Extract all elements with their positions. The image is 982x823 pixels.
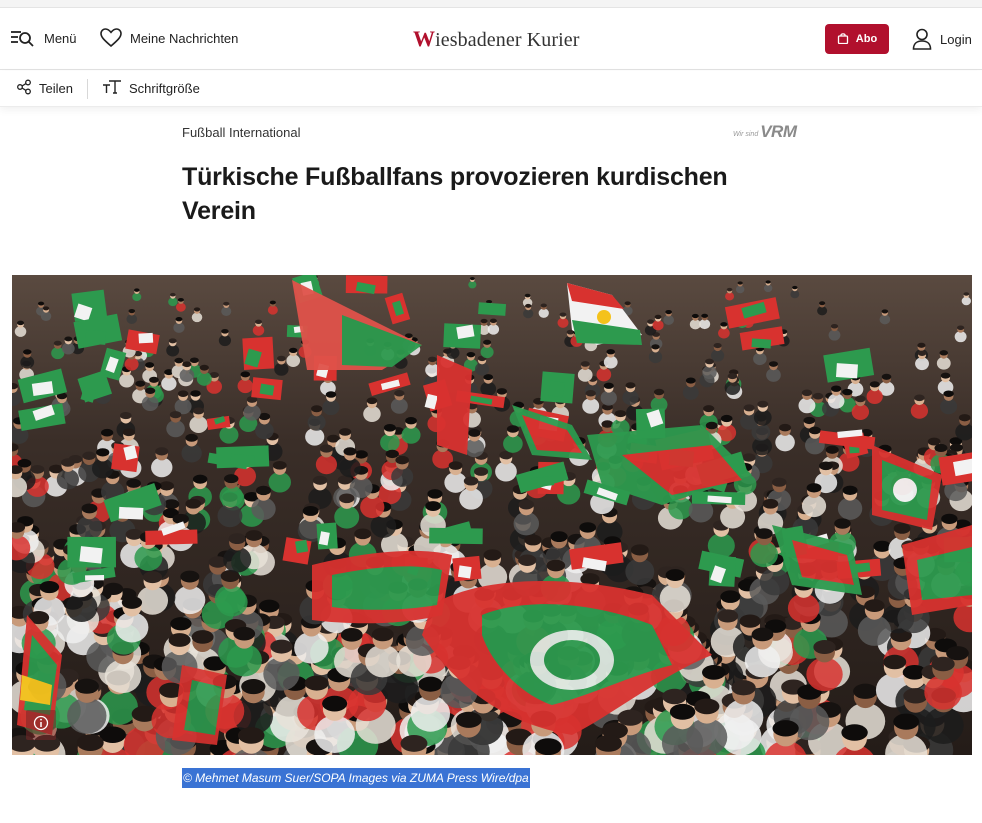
vrm-logo: Wir sind VRM <box>733 122 797 142</box>
font-size-label: Schriftgröße <box>129 81 200 96</box>
menu-search-icon <box>10 28 36 48</box>
my-news-button[interactable]: Meine Nachrichten <box>100 28 238 48</box>
article-photo <box>12 275 972 755</box>
vrm-text: VRM <box>760 122 797 141</box>
abo-label: Abo <box>855 33 878 45</box>
article-headline: Türkische Fußballfans provozieren kurdis… <box>182 163 728 225</box>
share-label: Teilen <box>39 81 73 96</box>
menu-button[interactable]: Menü <box>10 28 77 48</box>
photo-caption: © Mehmet Masum Suer/SOPA Images via ZUMA… <box>182 768 530 788</box>
toolbar-divider <box>87 79 88 99</box>
logo-initial: W <box>413 26 436 51</box>
abo-button[interactable]: Abo <box>825 24 889 54</box>
my-news-label: Meine Nachrichten <box>130 30 239 46</box>
site-logo[interactable]: Wiesbadener Kurier <box>413 26 580 52</box>
shopping-bag-icon <box>837 32 849 47</box>
site-header: Menü Meine Nachrichten Wiesbadener Kurie… <box>0 8 982 70</box>
login-label: Login <box>940 31 972 47</box>
crowd-with-flags-image <box>12 275 972 755</box>
menu-label: Menü <box>44 30 77 46</box>
info-icon <box>33 715 49 736</box>
logo-text: iesbadener Kurier <box>435 29 580 51</box>
user-icon <box>912 28 932 50</box>
photo-info-button[interactable] <box>26 710 56 740</box>
vrm-small-text: Wir sind <box>733 131 759 138</box>
browser-top-strip <box>0 0 982 8</box>
font-size-button[interactable]: Schriftgröße <box>102 79 200 98</box>
share-icon <box>16 79 32 98</box>
heart-icon <box>100 28 122 48</box>
font-size-icon <box>102 79 122 98</box>
article-rubric[interactable]: Fußball International <box>182 125 301 140</box>
login-button[interactable]: Login <box>912 28 972 50</box>
share-button[interactable]: Teilen <box>16 79 73 98</box>
article-toolbar: Teilen Schriftgröße <box>0 71 982 107</box>
